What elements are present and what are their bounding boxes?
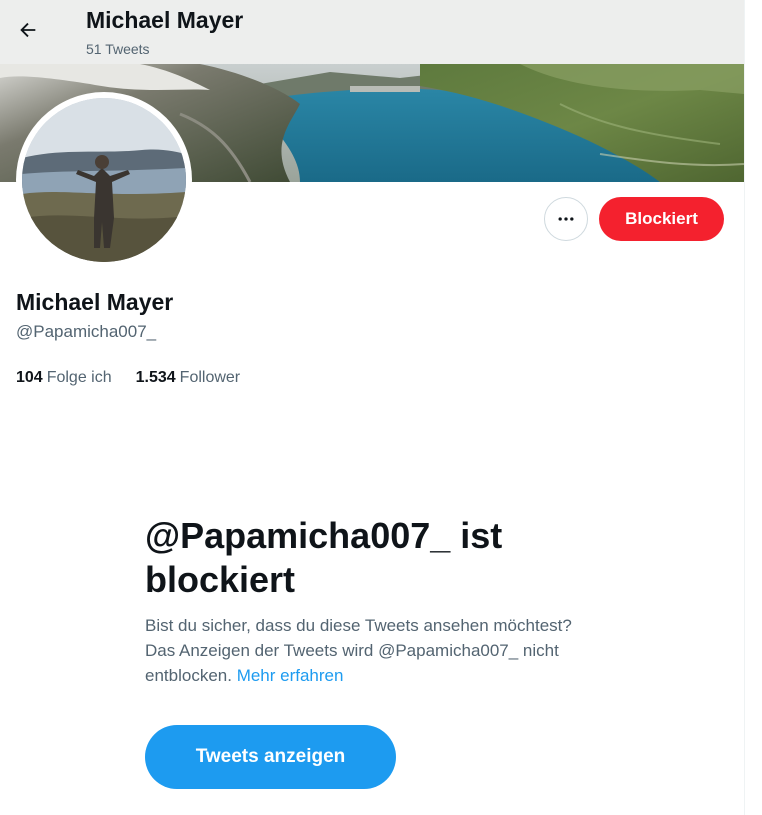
blocked-notice-title: @Papamicha007_ ist blockiert	[145, 515, 503, 600]
followers-link[interactable]: 1.534 Follower	[136, 367, 241, 389]
profile-handle: @Papamicha007_	[16, 322, 157, 341]
profile-stats: 104 Folge ich 1.534 Follower	[16, 367, 240, 389]
more-options-button[interactable]	[544, 197, 588, 241]
header-tweet-count: 51 Tweets	[86, 41, 150, 57]
profile-header: Michael Mayer 51 Tweets	[0, 0, 744, 64]
blocked-notice-body: Bist du sicher, dass du diese Tweets ans…	[145, 616, 572, 685]
blocked-notice-text: Bist du sicher, dass du diese Tweets ans…	[145, 613, 585, 688]
followers-label: Follower	[179, 369, 241, 386]
avatar[interactable]	[16, 92, 192, 268]
profile-column: Michael Mayer 51 Tweets Blockiert Michae…	[0, 0, 745, 815]
back-button[interactable]	[10, 12, 46, 48]
page-background	[745, 0, 762, 815]
more-horizontal-icon	[558, 217, 574, 221]
profile-name: Michael Mayer	[16, 289, 174, 315]
following-label: Folge ich	[46, 369, 112, 386]
arrow-left-icon	[20, 22, 36, 38]
following-link[interactable]: 104 Folge ich	[16, 367, 112, 389]
followers-count: 1.534	[135, 369, 176, 386]
following-count: 104	[16, 369, 43, 386]
show-tweets-button[interactable]: Tweets anzeigen	[145, 725, 396, 789]
blocked-notice: @Papamicha007_ ist blockiert Bist du sic…	[145, 514, 585, 688]
blocked-button[interactable]: Blockiert	[599, 197, 724, 241]
avatar-image	[22, 98, 186, 262]
learn-more-link[interactable]: Mehr erfahren	[237, 666, 344, 685]
header-title: Michael Mayer	[86, 7, 244, 33]
